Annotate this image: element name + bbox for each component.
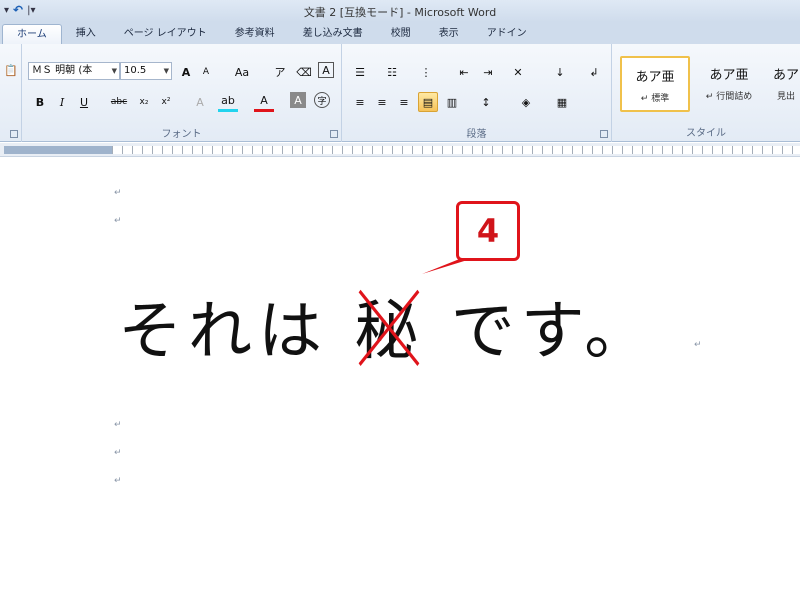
paragraph-mark: ↵ xyxy=(114,448,122,458)
subscript-button[interactable]: x₂ xyxy=(134,92,154,112)
paste-icon[interactable]: 📋 xyxy=(1,60,21,80)
decrease-indent-icon[interactable]: ⇤ xyxy=(454,62,474,82)
horizontal-ruler[interactable] xyxy=(0,143,800,157)
text-effects-icon[interactable]: A xyxy=(190,92,210,112)
ruler-ticks xyxy=(112,146,800,154)
ribbon-tabs: ホーム 挿入 ページ レイアウト 参考資料 差し込み文書 校閲 表示 アドイン xyxy=(0,22,800,44)
sort-icon[interactable]: ↓ xyxy=(550,62,570,82)
tab-references[interactable]: 参考資料 xyxy=(221,24,289,44)
paragraph-mark: ↵ xyxy=(114,216,122,226)
underline-button[interactable]: U xyxy=(74,92,94,112)
tab-mailings[interactable]: 差し込み文書 xyxy=(289,24,377,44)
step-callout: 4 xyxy=(456,201,520,261)
style-sample: あア亜 xyxy=(709,68,749,83)
asian-layout-icon[interactable]: ✕ xyxy=(508,62,528,82)
bullets-icon[interactable]: ☰ xyxy=(350,62,370,82)
tab-view[interactable]: 表示 xyxy=(425,24,473,44)
font-name-value: ＭＳ 明朝 (本 xyxy=(32,65,93,76)
tab-page-layout[interactable]: ページ レイアウト xyxy=(110,24,221,44)
style-name: ↵ 標準 xyxy=(640,94,670,104)
italic-button[interactable]: I xyxy=(52,92,72,112)
paragraph-launcher-icon[interactable] xyxy=(600,130,608,138)
font-group: ＭＳ 明朝 (本 ▼ 10.5 ▼ A A Aa ア ⌫ A B I U abc… xyxy=(22,44,342,142)
shrink-font-button[interactable]: A xyxy=(196,62,216,82)
grow-font-button[interactable]: A xyxy=(176,62,196,82)
numbering-icon[interactable]: ☷ xyxy=(382,62,402,82)
char-border-button[interactable]: A xyxy=(318,62,334,78)
style-sample: あア亜 xyxy=(635,70,675,85)
red-x-mark-icon xyxy=(358,289,420,366)
chevron-down-icon: ▼ xyxy=(111,67,117,75)
style-no-spacing[interactable]: あア亜 ↵ 行間詰め xyxy=(694,56,764,112)
document-text-line[interactable]: それは 秘 です。 xyxy=(118,280,654,372)
clipboard-group: 📋 xyxy=(0,44,22,142)
text-after: です。 xyxy=(450,295,655,369)
font-color-button[interactable]: A xyxy=(254,92,274,112)
superscript-button[interactable]: x² xyxy=(156,92,176,112)
style-name: 見出 xyxy=(776,92,795,102)
paragraph-mark: ↵ xyxy=(114,188,122,198)
font-name-combo[interactable]: ＭＳ 明朝 (本 ▼ xyxy=(28,62,120,80)
strikethrough-button[interactable]: abc xyxy=(106,92,132,112)
char-shading-button[interactable]: A xyxy=(290,92,306,108)
ruler-margin xyxy=(4,146,112,154)
paragraph-group-label: 段落 xyxy=(466,129,487,140)
font-group-label: フォント xyxy=(161,129,202,140)
tab-addins[interactable]: アドイン xyxy=(473,24,541,44)
font-size-combo[interactable]: 10.5 ▼ xyxy=(120,62,172,80)
enclose-char-icon[interactable]: 字 xyxy=(314,92,330,108)
struck-character: 秘 xyxy=(354,280,424,372)
ribbon: 📋 ＭＳ 明朝 (本 ▼ 10.5 ▼ A A Aa ア ⌫ A B I U a… xyxy=(0,44,800,142)
multilevel-list-icon[interactable]: ⋮ xyxy=(416,62,436,82)
clipboard-launcher-icon[interactable] xyxy=(10,130,18,138)
styles-group-label: スタイル xyxy=(686,128,726,139)
document-canvas[interactable]: ↵ ↵ ↵ ↵ ↵ ↵ それは 秘 です。 4 xyxy=(0,158,800,600)
styles-gallery: あア亜 ↵ 標準 あア亜 ↵ 行間詰め あア 見出 xyxy=(616,48,800,122)
highlight-color-icon[interactable]: ab xyxy=(218,92,238,112)
paragraph-mark: ↵ xyxy=(694,340,702,350)
justify-icon[interactable]: ▤ xyxy=(418,92,438,112)
tab-insert[interactable]: 挿入 xyxy=(62,24,110,44)
align-center-icon[interactable]: ≡ xyxy=(372,92,392,112)
paragraph-group: ☰ ☷ ⋮ ⇤ ⇥ ✕ ↓ ↲ ≡ ≡ ≡ ▤ ▥ ↕ ◈ ▦ 段落 xyxy=(342,44,612,142)
tab-review[interactable]: 校閲 xyxy=(377,24,425,44)
increase-indent-icon[interactable]: ⇥ xyxy=(478,62,498,82)
window-title: 文書 2 [互換モード] - Microsoft Word xyxy=(303,6,497,19)
font-launcher-icon[interactable] xyxy=(330,130,338,138)
borders-icon[interactable]: ▦ xyxy=(552,92,572,112)
show-marks-icon[interactable]: ↲ xyxy=(584,62,604,82)
phonetic-guide-icon[interactable]: ア xyxy=(270,62,290,82)
text-before: それは xyxy=(118,295,328,369)
clear-format-icon[interactable]: ⌫ xyxy=(294,62,314,82)
chevron-down-icon: ▼ xyxy=(163,67,169,75)
style-normal[interactable]: あア亜 ↵ 標準 xyxy=(620,56,690,112)
line-spacing-icon[interactable]: ↕ xyxy=(476,92,496,112)
tab-home[interactable]: ホーム xyxy=(2,24,62,44)
align-right-icon[interactable]: ≡ xyxy=(394,92,414,112)
distributed-icon[interactable]: ▥ xyxy=(442,92,462,112)
align-left-icon[interactable]: ≡ xyxy=(350,92,370,112)
style-name: ↵ 行間詰め xyxy=(705,92,753,102)
style-heading[interactable]: あア 見出 xyxy=(766,56,800,112)
paragraph-mark: ↵ xyxy=(114,420,122,430)
paragraph-mark: ↵ xyxy=(114,476,122,486)
title-bar: ▾ ↶ |▾ 文書 2 [互換モード] - Microsoft Word xyxy=(0,0,800,22)
shading-icon[interactable]: ◈ xyxy=(516,92,536,112)
style-sample: あア xyxy=(772,68,799,83)
change-case-button[interactable]: Aa xyxy=(228,62,256,82)
bold-button[interactable]: B xyxy=(30,92,50,112)
font-size-value: 10.5 xyxy=(124,65,147,76)
